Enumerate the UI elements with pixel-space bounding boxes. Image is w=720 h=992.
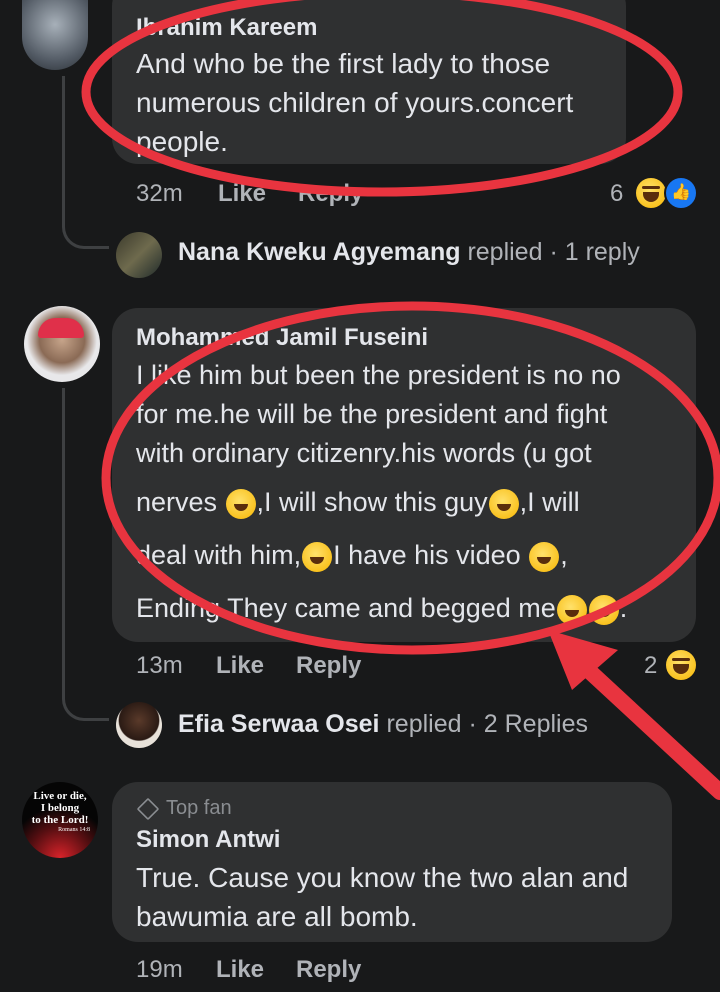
- like-reaction-icon: 👍: [664, 176, 698, 210]
- thread-connector: [62, 672, 109, 721]
- crying-emoji: [529, 541, 560, 572]
- replied-label: replied: [467, 238, 543, 266]
- view-replies-link[interactable]: Efia Serwaa Osei replied · 2 Replies: [178, 710, 588, 739]
- avatar-nana[interactable]: [116, 232, 162, 278]
- comment-line: numerous children of yours.concert: [136, 87, 574, 118]
- comment-line: people.: [136, 126, 228, 157]
- top-fan-badge: Top fan: [136, 797, 232, 821]
- reply-author: Nana Kweku Agyemang: [178, 238, 461, 266]
- comment-line: bawumia are all bomb.: [136, 901, 418, 932]
- comment-time: 13m: [136, 652, 183, 679]
- winking-tongue-emoji: [556, 594, 587, 625]
- comment-text: I like him but been the president is no …: [136, 356, 684, 628]
- avatar-ibrahim[interactable]: [22, 0, 88, 70]
- comment-line: deal with him, I have his video ,: [136, 540, 568, 572]
- comment-author[interactable]: Mohammed Jamil Fuseini: [136, 324, 428, 352]
- avatar-mohammed[interactable]: [24, 306, 100, 382]
- reaction-count[interactable]: 2: [644, 652, 657, 680]
- comment-line: Ending They came and begged me.: [136, 593, 628, 625]
- smirk-emoji: [302, 541, 333, 572]
- replied-label: replied: [386, 710, 462, 738]
- view-replies-link[interactable]: Nana Kweku Agyemang replied · 1 reply: [178, 238, 640, 267]
- avatar-efia[interactable]: [116, 702, 162, 748]
- reply-author: Efia Serwaa Osei: [178, 710, 380, 738]
- haha-reaction-icon: [664, 648, 698, 682]
- comment-line: with ordinary citizenry.his words (u got: [136, 438, 592, 468]
- red-cap-shape: [38, 318, 84, 338]
- comment-time: 19m: [136, 956, 183, 983]
- reaction-count[interactable]: 6: [610, 180, 623, 208]
- comment-line: And who be the first lady to those: [136, 48, 551, 79]
- comment-line: for me.he will be the president and figh…: [136, 399, 608, 429]
- winking-tongue-emoji: [588, 594, 619, 625]
- comment-line: I like him but been the president is no …: [136, 360, 621, 390]
- comment-text: And who be the first lady to those numer…: [136, 44, 616, 161]
- thread-connector: [62, 200, 109, 249]
- diamond-icon: [136, 797, 160, 821]
- comment-author[interactable]: Simon Antwi: [136, 826, 280, 854]
- reply-button[interactable]: Reply: [298, 180, 363, 208]
- reply-button[interactable]: Reply: [296, 956, 361, 984]
- thinking-emoji: [488, 488, 519, 519]
- like-button[interactable]: Like: [218, 180, 266, 208]
- avatar-simon[interactable]: Live or die, I belong to the Lord! Roman…: [22, 782, 98, 858]
- reply-button[interactable]: Reply: [296, 652, 361, 680]
- avatar-caption: Live or die, I belong to the Lord! Roman…: [31, 790, 90, 833]
- comment-time: 32m: [136, 180, 183, 207]
- thread-line: [62, 388, 65, 678]
- comment-text: True. Cause you know the two alan and ba…: [136, 858, 666, 936]
- comment-author[interactable]: Ibrahim Kareem: [136, 14, 317, 42]
- reply-count: · 1 reply: [549, 238, 640, 266]
- thread-line: [62, 76, 65, 206]
- comment-line: nerves ,I will show this guy ,I will: [136, 487, 580, 519]
- haha-reaction-icon: [634, 176, 668, 210]
- reply-count: · 2 Replies: [468, 710, 588, 738]
- laughing-tears-emoji: [225, 488, 256, 519]
- comment-line: True. Cause you know the two alan and: [136, 862, 629, 893]
- like-button[interactable]: Like: [216, 956, 264, 984]
- like-button[interactable]: Like: [216, 652, 264, 680]
